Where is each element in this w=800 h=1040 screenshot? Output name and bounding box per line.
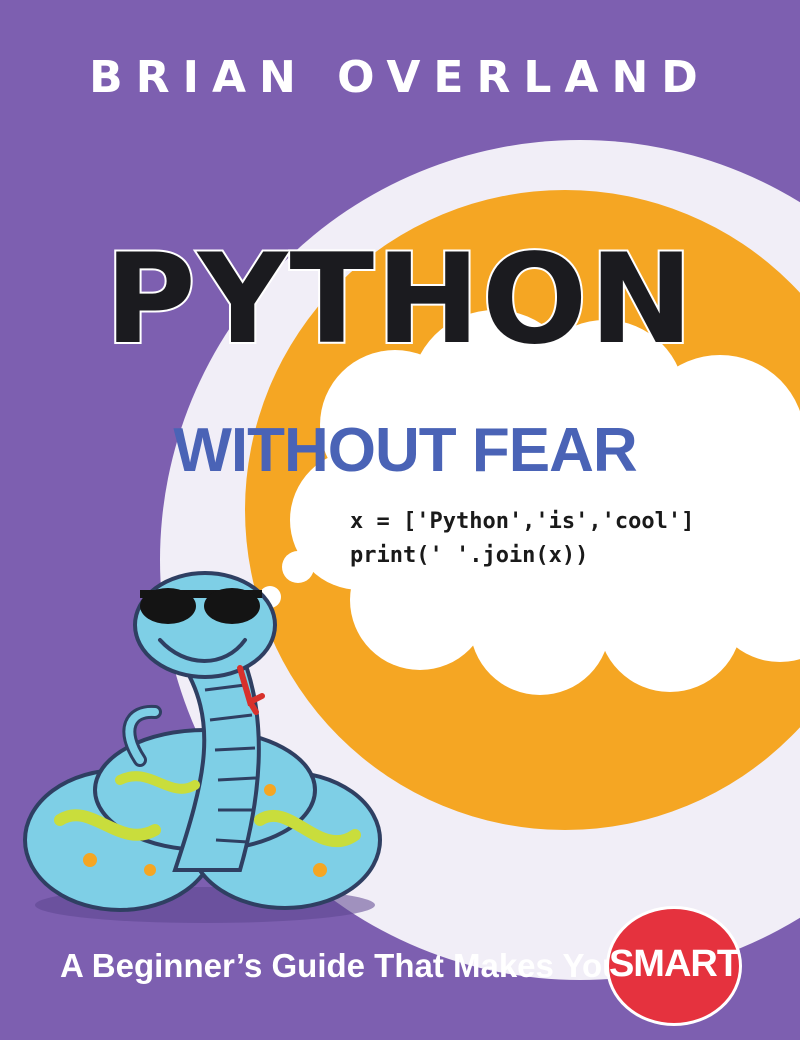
code-snippet: x = ['Python','is','cool'] print(' '.join… bbox=[350, 505, 694, 573]
book-subtitle: WITHOUT FEAR bbox=[173, 416, 637, 485]
tagline: A Beginner’s Guide That Makes You Feel bbox=[60, 947, 698, 984]
author-name: BRIAN OVERLAND bbox=[89, 52, 711, 103]
smart-badge-text: SMART bbox=[608, 943, 740, 985]
book-title: PYTHON bbox=[103, 228, 696, 372]
code-line-2: print(' '.join(x)) bbox=[350, 543, 589, 568]
book-cover: BRIAN OVERLAND PYTHON WITHOUT FEAR x = [… bbox=[0, 0, 800, 1040]
code-line-1: x = ['Python','is','cool'] bbox=[350, 509, 695, 534]
